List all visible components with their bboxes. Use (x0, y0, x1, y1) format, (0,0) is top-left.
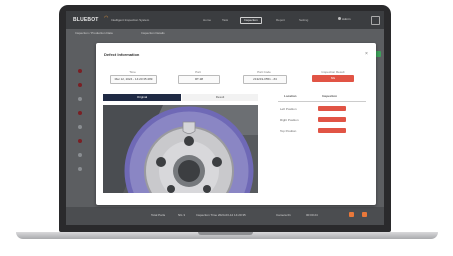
breadcrumb-current: Inspection Details (141, 31, 165, 35)
side-status-dot (78, 111, 82, 115)
bolt-hole (167, 185, 175, 193)
tab-result[interactable]: Result (182, 94, 258, 101)
laptop-screen: BLUEBOT ◠ Intelligent Inspection System … (66, 11, 384, 225)
ng-button[interactable] (318, 117, 346, 122)
tab-original[interactable]: Original (103, 94, 181, 101)
breadcrumb-parent[interactable]: Inspection / Production Data (75, 31, 113, 35)
bolt-hole (184, 136, 194, 146)
time-field: Mar 12, 2024 - 14:20:35:489 (110, 75, 157, 84)
result-badge: NG (312, 75, 354, 82)
nav-home[interactable]: Home (203, 18, 211, 22)
alert-icon[interactable] (362, 212, 367, 217)
close-icon[interactable]: × (365, 51, 368, 57)
nav-task[interactable]: Task (222, 18, 228, 22)
defect-info-modal: Defect Information × Time Mar 12, 2024 -… (96, 43, 376, 205)
app-header: BLUEBOT ◠ Intelligent Inspection System … (66, 11, 384, 29)
status-bar: Total Parts NG 3 Inspection Time 2024-03… (66, 207, 384, 225)
footer-time: Inspection Time 2024-03-12 14:20:35 (196, 213, 246, 217)
side-status-dot (78, 83, 82, 87)
table-divider (278, 101, 366, 102)
bolt-hole (212, 157, 222, 167)
footer-camera: Camera 01 (276, 213, 291, 217)
brake-disc-photo (103, 105, 258, 193)
ng-button[interactable] (318, 106, 346, 111)
part-code-field: 213219-0551 - #4 (243, 75, 287, 84)
footer-duration: 00:00:24 (306, 213, 318, 217)
table-header-inspection: Inspection (322, 94, 338, 98)
field-label-part-code: Part Code (257, 70, 271, 74)
bolt-hole (203, 185, 211, 193)
nav-inspection[interactable]: Inspection (240, 17, 262, 24)
table-row-label: Left Position (280, 107, 297, 111)
menu-button[interactable] (371, 16, 380, 25)
side-status-dot (78, 153, 82, 157)
side-status-dot (78, 97, 82, 101)
side-status-dot (78, 69, 82, 73)
nav-report[interactable]: Report (276, 18, 285, 22)
app-name: Intelligent Inspection System (111, 18, 150, 22)
footer-ng: NG 3 (178, 213, 186, 217)
table-row-label: Right Position (280, 118, 299, 122)
field-label-result: Inspection Result (321, 70, 345, 74)
user-avatar-icon[interactable] (338, 17, 341, 20)
alert-icon[interactable] (349, 212, 354, 217)
part-field: RT-98 (178, 75, 220, 84)
modal-title: Defect Information (104, 52, 140, 57)
logo-mark-icon: ◠ (104, 15, 109, 21)
laptop-notch (198, 232, 253, 235)
field-label-part: Part (195, 70, 201, 74)
user-name[interactable]: Admin (342, 17, 351, 21)
side-status-dot (78, 125, 82, 129)
app-logo: BLUEBOT (73, 17, 99, 23)
field-label-time: Time (129, 70, 136, 74)
footer-total: Total Parts (151, 213, 166, 217)
table-header-location: Location (284, 94, 297, 98)
side-status-dot (78, 139, 82, 143)
table-row-label: Top Position (280, 129, 297, 133)
nav-setting[interactable]: Setting (299, 18, 308, 22)
inspection-image[interactable] (103, 105, 258, 193)
bolt-hole (156, 157, 166, 167)
side-status-dot (78, 167, 82, 171)
ng-button[interactable] (318, 128, 346, 133)
